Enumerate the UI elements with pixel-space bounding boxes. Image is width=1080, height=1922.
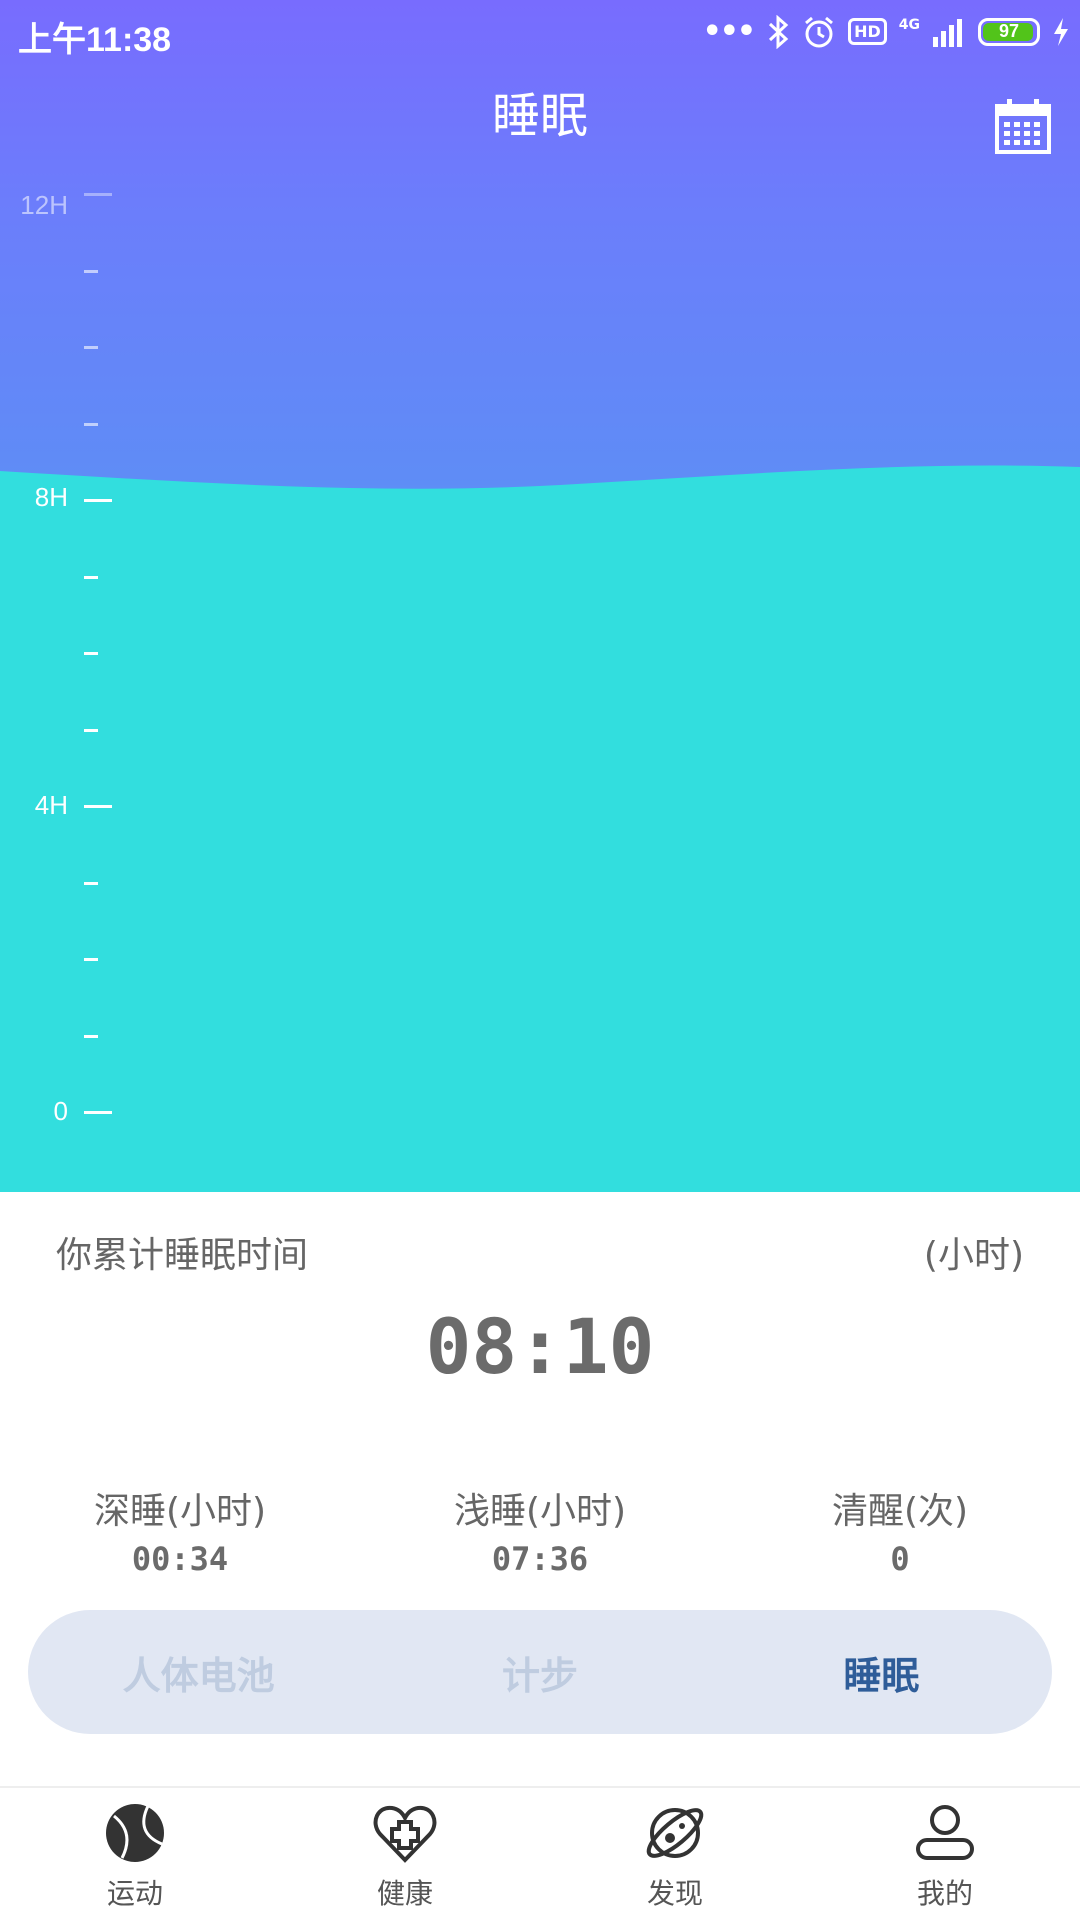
total-sleep-value: 08:10 xyxy=(425,1302,655,1391)
battery-level: 97 xyxy=(998,21,1020,41)
stat-label: 浅睡(小时) xyxy=(453,1491,627,1532)
calendar-icon[interactable] xyxy=(994,98,1052,156)
axis-minor-tick xyxy=(84,652,98,655)
axis-minor-tick xyxy=(84,269,98,273)
axis-label-4h: 4H xyxy=(34,790,68,820)
more-dots-icon: ••• xyxy=(702,14,757,49)
nav-label: 我的 xyxy=(916,1877,973,1910)
bluetooth-icon xyxy=(769,14,789,49)
nav-item-sport[interactable]: 运动 xyxy=(0,1788,270,1922)
sleep-level-wave xyxy=(0,465,1080,1192)
stat-value: 0 xyxy=(890,1540,910,1578)
axis-minor-tick xyxy=(84,422,98,426)
axis-label-12h: 12H xyxy=(20,190,68,220)
profile-user-icon xyxy=(916,1805,974,1860)
stat-awake-count: 清醒(次) 0 xyxy=(750,1482,1050,1578)
stat-label: 清醒(次) xyxy=(831,1491,969,1532)
nav-label: 健康 xyxy=(376,1877,433,1910)
stat-value: 00:34 xyxy=(131,1540,229,1578)
tab-steps[interactable]: 计步 xyxy=(369,1645,710,1700)
alarm-icon xyxy=(805,16,834,47)
stat-light-sleep: 浅睡(小时) 07:36 xyxy=(390,1482,690,1578)
nav-label: 发现 xyxy=(646,1877,703,1910)
stat-label: 深睡(小时) xyxy=(93,1491,267,1532)
tab-sleep[interactable]: 睡眠 xyxy=(711,1645,1052,1700)
sport-ball-icon xyxy=(106,1804,164,1862)
metric-tabs: 人体电池 计步 睡眠 xyxy=(28,1610,1052,1734)
network-type: 4G xyxy=(898,16,920,33)
status-time: 上午11:38 xyxy=(18,21,172,59)
axis-label-8h: 8H xyxy=(34,482,68,512)
health-heart-icon xyxy=(373,1805,437,1863)
page-title: 睡眠 xyxy=(491,88,588,144)
total-sleep-unit: (小时) xyxy=(923,1235,1024,1276)
axis-minor-tick xyxy=(84,728,98,732)
status-bar: 上午11:38 ••• HD 4G 97 xyxy=(0,0,1080,66)
axis-minor-tick xyxy=(84,958,98,961)
nav-label: 运动 xyxy=(106,1877,163,1910)
total-sleep-label: 你累计睡眠时间 xyxy=(56,1235,309,1276)
nav-item-discover[interactable]: 发现 xyxy=(540,1788,810,1922)
sleep-chart-area: 上午11:38 ••• HD 4G 97 睡眠 12H 8H 4H 0 xyxy=(0,0,1080,1192)
axis-major-tick xyxy=(84,499,112,502)
axis-minor-tick xyxy=(84,881,98,885)
stat-deep-sleep: 深睡(小时) 00:34 xyxy=(30,1482,330,1578)
nav-item-health[interactable]: 健康 xyxy=(270,1788,540,1922)
signal-icon xyxy=(933,18,962,47)
battery-icon: 97 xyxy=(978,17,1040,46)
bottom-navigation: 运动 健康 发现 我的 xyxy=(0,1786,1080,1922)
axis-label-0: 0 xyxy=(53,1096,68,1126)
discover-planet-icon xyxy=(646,1808,704,1858)
tab-body-battery[interactable]: 人体电池 xyxy=(28,1645,369,1700)
nav-item-profile[interactable]: 我的 xyxy=(810,1788,1080,1922)
axis-minor-tick xyxy=(84,1034,98,1038)
hd-badge: HD xyxy=(848,18,887,45)
axis-minor-tick xyxy=(84,346,98,349)
axis-major-tick xyxy=(84,193,112,196)
stat-value: 07:36 xyxy=(491,1540,589,1578)
charging-icon xyxy=(1054,17,1068,46)
axis-minor-tick xyxy=(84,575,98,579)
axis-major-tick xyxy=(84,1111,112,1114)
axis-major-tick xyxy=(84,805,112,808)
